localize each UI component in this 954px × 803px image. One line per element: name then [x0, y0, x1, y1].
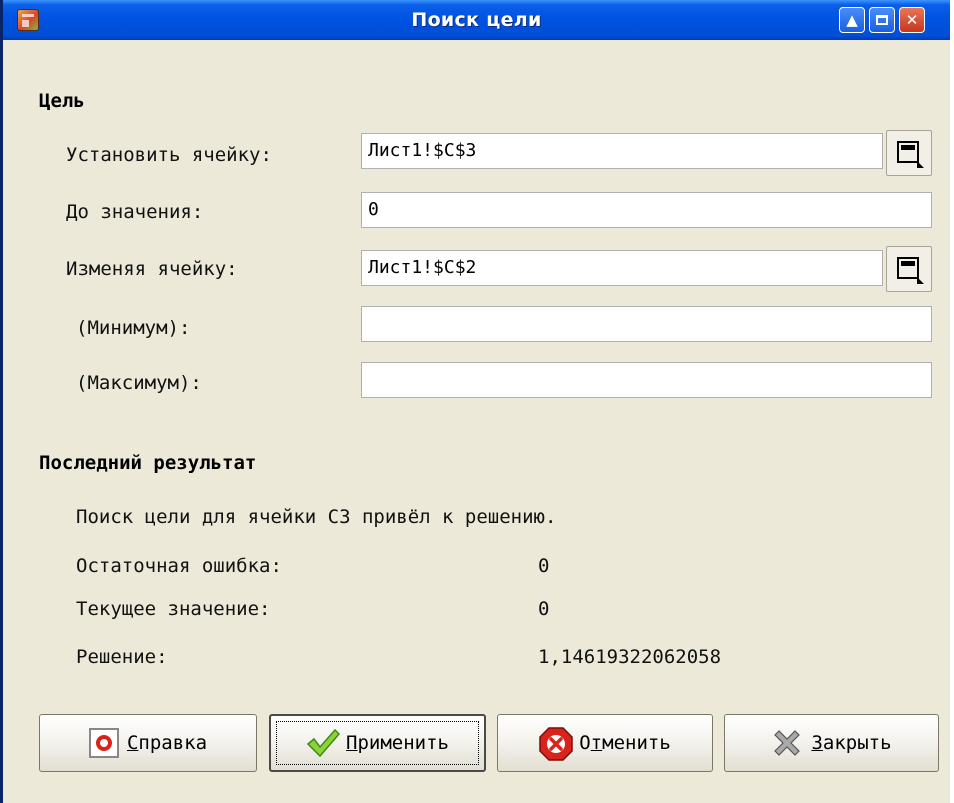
title-bar[interactable]: Поиск цели ▲ ✕: [3, 0, 950, 40]
close-icon: ✕: [905, 11, 919, 29]
solution-label: Решение:: [76, 646, 168, 668]
goal-heading: Цель: [39, 90, 85, 112]
checkmark-icon: [306, 727, 341, 759]
stop-icon: [539, 727, 573, 761]
close-button-label: Закрыть: [811, 732, 892, 754]
maximum-input[interactable]: [361, 362, 932, 398]
close-button[interactable]: Закрыть: [724, 714, 939, 772]
close-window-button[interactable]: ✕: [899, 7, 925, 33]
maximum-label: (Максимум):: [76, 372, 202, 394]
goal-seek-dialog: Поиск цели ▲ ✕ Цель Установить ячейку: Л…: [0, 0, 950, 803]
changing-cell-shrink-button[interactable]: [886, 246, 932, 292]
shrink-dialog-icon: [897, 257, 924, 284]
maximize-button[interactable]: [869, 7, 895, 33]
solution-value: 1,14619322062058: [538, 646, 722, 668]
apply-button[interactable]: Применить: [269, 714, 486, 772]
help-button-label: Справка: [126, 732, 208, 754]
help-button[interactable]: Справка: [39, 714, 257, 772]
minimum-input[interactable]: [361, 306, 932, 342]
target-value-label: До значения:: [66, 201, 204, 223]
result-message: Поиск цели для ячейки С3 привёл к решени…: [76, 506, 557, 528]
current-value: 0: [538, 598, 550, 620]
arrow-up-icon: ▲: [846, 11, 858, 29]
changing-cell-input[interactable]: Лист1!$C$2: [361, 250, 883, 286]
residual-error-value: 0: [538, 555, 550, 577]
set-cell-label: Установить ячейку:: [66, 144, 272, 166]
changing-cell-label: Изменяя ячейку:: [66, 258, 238, 280]
current-value-label: Текущее значение:: [76, 598, 271, 620]
cancel-button[interactable]: Отменить: [497, 714, 713, 772]
residual-error-label: Остаточная ошибка:: [76, 555, 282, 577]
help-lifebuoy-icon: [88, 728, 119, 758]
cancel-button-label: Отменить: [579, 732, 671, 754]
set-cell-shrink-button[interactable]: [886, 130, 932, 176]
last-result-heading: Последний результат: [39, 452, 257, 474]
close-x-icon: [771, 727, 803, 759]
target-value-input[interactable]: 0: [361, 192, 932, 228]
shrink-dialog-icon: [897, 141, 924, 168]
window-title: Поиск цели: [411, 9, 542, 31]
minimum-label: (Минимум):: [76, 317, 191, 339]
shade-button[interactable]: ▲: [839, 7, 865, 33]
maximize-icon: [876, 15, 888, 25]
apply-button-label: Применить: [346, 732, 449, 754]
set-cell-input[interactable]: Лист1!$C$3: [361, 133, 883, 169]
